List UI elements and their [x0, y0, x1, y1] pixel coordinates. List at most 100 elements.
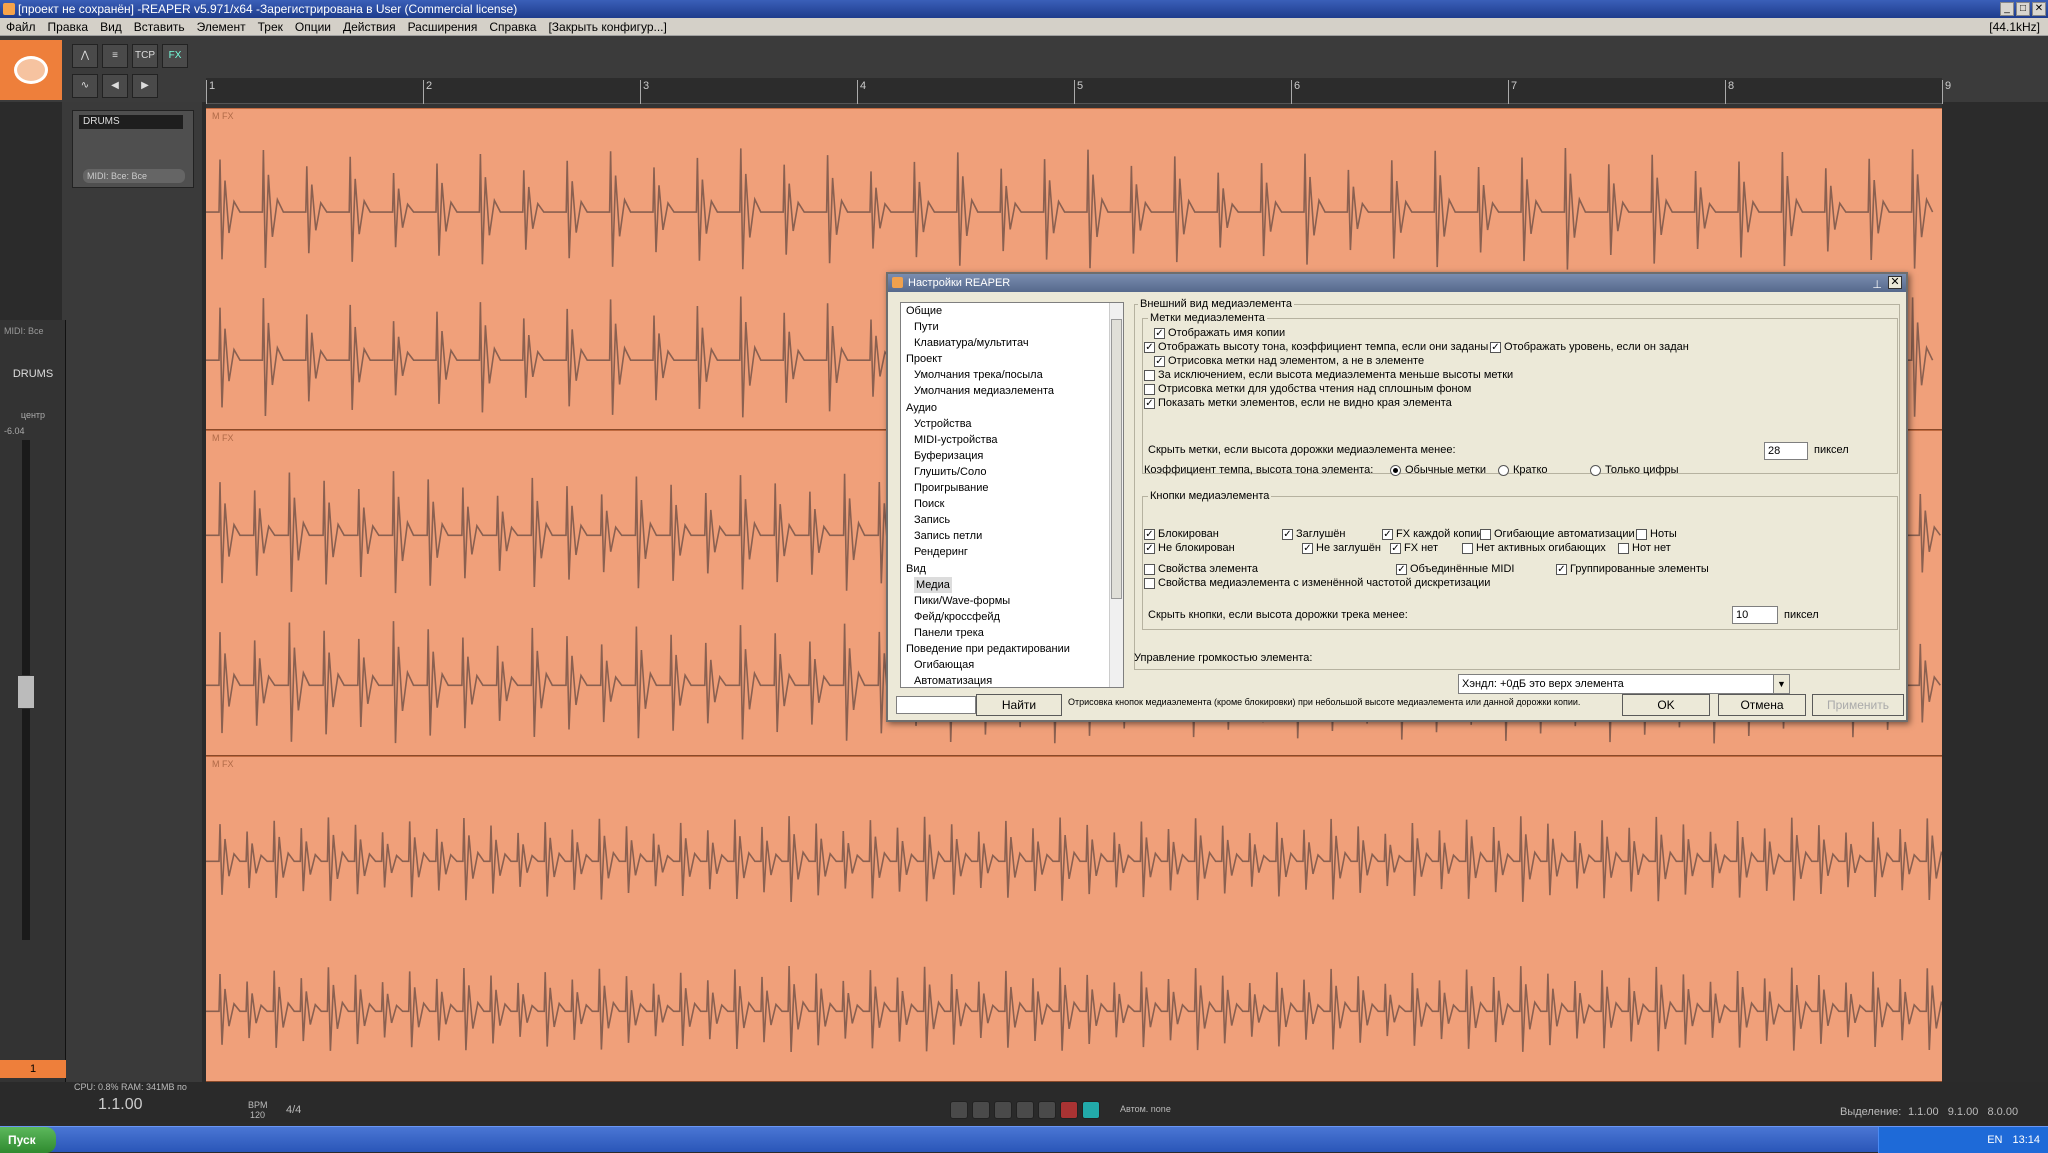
fx-button[interactable]: FX — [162, 44, 188, 68]
tree-item[interactable]: Запись петли — [901, 528, 1123, 544]
track-name[interactable]: DRUMS — [79, 115, 183, 129]
settings-tree[interactable]: Общие Пути Клавиатура/мультитач Проект Умолч… — [900, 302, 1124, 688]
dialog-titlebar[interactable]: Настройки REAPER ⊥ ✕ — [888, 274, 1906, 292]
checkbox[interactable]: Огибающие автоматизации — [1480, 528, 1635, 540]
tree-item[interactable]: Поиск — [901, 496, 1123, 512]
tree-item[interactable]: Медиа — [901, 576, 1123, 593]
selection-value[interactable]: 1.1.00 9.1.00 8.0.00 — [1908, 1106, 2018, 1118]
checkbox-box[interactable]: ✓ — [1390, 542, 1401, 554]
tree-item[interactable]: Панели трека — [901, 625, 1123, 641]
play-button[interactable] — [1016, 1101, 1034, 1119]
menu-item[interactable]: [Закрыть конфигур...] — [542, 20, 672, 34]
checkbox-box[interactable] — [1144, 563, 1155, 575]
checkbox[interactable]: Нет активных огибающих — [1462, 542, 1606, 554]
pin-icon[interactable]: ⊥ — [1872, 276, 1882, 294]
checkbox[interactable]: ✓ Отображать высоту тона, коэффициент тем… — [1144, 341, 1488, 353]
repeat-button[interactable] — [1082, 1101, 1100, 1119]
tree-item[interactable]: Аудио — [901, 400, 1123, 416]
start-button[interactable]: Пуск — [0, 1127, 56, 1153]
checkbox[interactable]: Свойства элемента — [1144, 563, 1258, 575]
media-item[interactable]: M FX — [206, 756, 1942, 1082]
tree-item[interactable]: Проигрывание — [901, 480, 1123, 496]
radio-option[interactable]: Только цифры — [1590, 464, 1679, 476]
radio-circle[interactable] — [1390, 464, 1401, 476]
search-input[interactable] — [896, 696, 976, 714]
volume-control-select[interactable]: Хэндл: +0дБ это верх элемента ▼ — [1458, 674, 1790, 694]
mixer-tool-icon[interactable]: ≡ — [102, 44, 128, 68]
tree-item[interactable]: MIDI-устройства — [901, 432, 1123, 448]
checkbox[interactable]: ✓ Отображать имя копии — [1154, 327, 1285, 339]
checkbox-box[interactable]: ✓ — [1490, 341, 1501, 353]
close-button[interactable]: ✕ — [2032, 2, 2046, 16]
tree-item[interactable]: Автоматизация — [901, 673, 1123, 687]
apply-button[interactable]: Применить — [1812, 694, 1904, 716]
menu-item[interactable]: Файл — [0, 20, 42, 34]
tree-item[interactable]: Клавиатура/мультитач — [901, 335, 1123, 351]
checkbox[interactable]: ✓ Не блокирован — [1144, 542, 1235, 554]
automation-mode[interactable]: Автом. none — [1120, 1104, 1171, 1114]
tree-item[interactable]: Поведение при редактировании — [901, 641, 1123, 657]
volume-fader-knob[interactable] — [17, 675, 35, 709]
checkbox-box[interactable] — [1636, 528, 1647, 540]
radio-option[interactable]: Кратко — [1498, 464, 1548, 476]
maximize-button[interactable]: □ — [2016, 2, 2030, 16]
checkbox[interactable]: ✓ Не заглушён — [1302, 542, 1381, 554]
tree-item[interactable]: Буферизация — [901, 448, 1123, 464]
menu-item[interactable]: Действия — [337, 20, 402, 34]
time-signature[interactable]: 4/4 — [286, 1104, 301, 1116]
menu-item[interactable]: Расширения — [402, 20, 484, 34]
checkbox-box[interactable]: ✓ — [1302, 542, 1313, 554]
checkbox-box[interactable]: ✓ — [1154, 327, 1165, 339]
cancel-button[interactable]: Отмена — [1718, 694, 1806, 716]
checkbox[interactable]: ✓ Отрисовка метки над элементом, а не в э… — [1154, 355, 1424, 367]
record-button[interactable] — [1060, 1101, 1078, 1119]
checkbox[interactable]: ✓ Объединённые MIDI — [1396, 563, 1514, 575]
checkbox-box[interactable]: ✓ — [1144, 341, 1155, 353]
checkbox[interactable]: ✓ Отображать уровень, если он задан — [1490, 341, 1689, 353]
checkbox-box[interactable]: ✓ — [1144, 397, 1155, 409]
checkbox-box[interactable]: ✓ — [1144, 528, 1155, 540]
go-start-button[interactable] — [950, 1101, 968, 1119]
checkbox-box[interactable] — [1144, 577, 1155, 589]
checkbox[interactable]: Нот нет — [1618, 542, 1671, 554]
menu-item[interactable]: Вид — [94, 20, 128, 34]
menu-item[interactable]: Правка — [42, 20, 95, 34]
checkbox-box[interactable] — [1144, 383, 1155, 395]
waveform-icon[interactable]: ∿ — [72, 74, 98, 98]
tree-item[interactable]: Умолчания трека/посыла — [901, 367, 1123, 383]
scrollbar-thumb[interactable] — [1111, 319, 1122, 599]
dialog-close-button[interactable]: ✕ — [1888, 276, 1902, 289]
track-header[interactable]: DRUMS MIDI: Все: Все — [72, 110, 194, 188]
tree-item[interactable]: Умолчания медиаэлемента — [901, 383, 1123, 399]
toolbar-drum-button[interactable] — [0, 40, 62, 100]
checkbox[interactable]: ✓ Показать метки элементов, если не видно… — [1144, 397, 1452, 409]
checkbox-box[interactable] — [1144, 369, 1155, 381]
checkbox[interactable]: ✓ Блокирован — [1144, 528, 1219, 540]
tree-item[interactable]: Общие — [901, 303, 1123, 319]
position-display[interactable]: 1.1.00 — [98, 1096, 142, 1114]
hide-labels-input[interactable]: 28 — [1764, 442, 1808, 460]
tcp-button[interactable]: TCP — [132, 44, 158, 68]
midi-input-selector[interactable]: MIDI: Все: Все — [83, 169, 185, 183]
back-arrow-icon[interactable]: ◀ — [102, 74, 128, 98]
menu-item[interactable]: Справка — [483, 20, 542, 34]
minimize-button[interactable]: _ — [2000, 2, 2014, 16]
checkbox-box[interactable]: ✓ — [1144, 542, 1155, 554]
stop-button[interactable] — [994, 1101, 1012, 1119]
tree-item[interactable]: Огибающая — [901, 657, 1123, 673]
tree-item[interactable]: Фейд/кроссфейд — [901, 609, 1123, 625]
tree-item[interactable]: Устройства — [901, 416, 1123, 432]
checkbox[interactable]: Ноты — [1636, 528, 1677, 540]
find-button[interactable]: Найти — [976, 694, 1062, 716]
ok-button[interactable]: OK — [1622, 694, 1710, 716]
tree-item[interactable]: Рендеринг — [901, 544, 1123, 560]
menu-item[interactable]: Опции — [289, 20, 337, 34]
chevron-down-icon[interactable]: ▼ — [1773, 675, 1789, 693]
tree-item[interactable]: Запись — [901, 512, 1123, 528]
timeline-ruler[interactable]: 1 2 3 4 5 6 7 8 9 — [206, 78, 1951, 104]
bpm-value[interactable]: 120 — [250, 1110, 265, 1120]
checkbox[interactable]: ✓ FX нет — [1390, 542, 1438, 554]
pause-button[interactable] — [1038, 1101, 1056, 1119]
checkbox-box[interactable] — [1462, 542, 1473, 554]
checkbox[interactable]: ✓ Заглушён — [1282, 528, 1345, 540]
